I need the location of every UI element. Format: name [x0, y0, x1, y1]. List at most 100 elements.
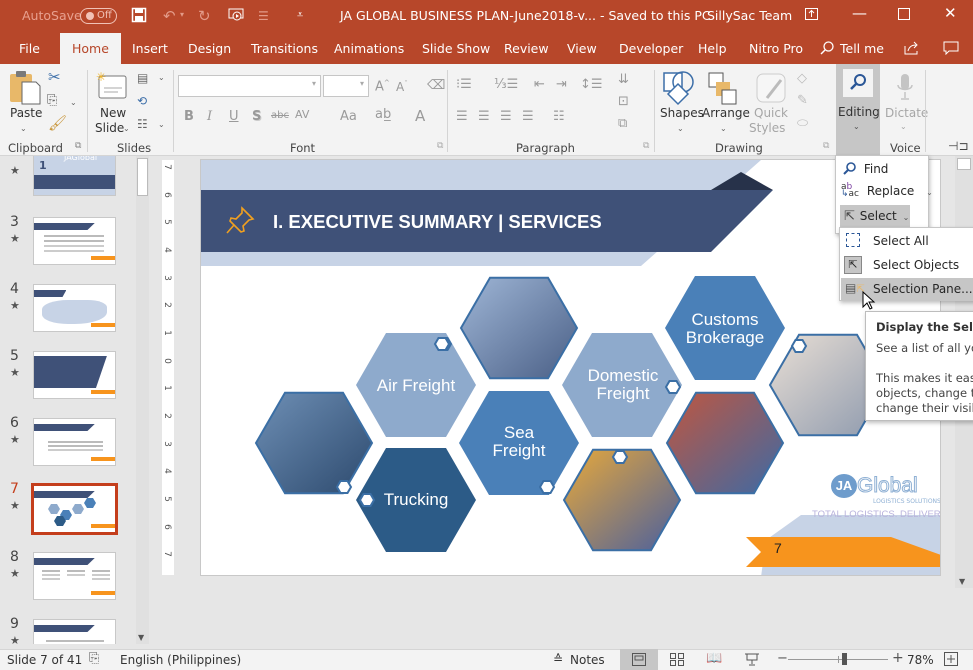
- tab-review[interactable]: Review: [504, 33, 549, 64]
- slide-thumbnail-8[interactable]: [33, 552, 116, 600]
- new-slide-button[interactable]: New: [100, 106, 126, 120]
- reset-icon[interactable]: ⟲: [137, 94, 147, 108]
- justify-icon[interactable]: ☰: [522, 109, 534, 124]
- zoom-level[interactable]: 78%: [907, 653, 934, 667]
- tab-animations[interactable]: Animations: [334, 33, 404, 64]
- bullets-icon[interactable]: ⁝☰: [456, 77, 472, 92]
- scroll-thumb[interactable]: [137, 158, 148, 196]
- hex-photo-crane-ship[interactable]: [562, 448, 682, 552]
- slide-thumbnail-7[interactable]: [31, 483, 118, 535]
- tab-insert[interactable]: Insert: [132, 33, 168, 64]
- shapes-icon[interactable]: [662, 70, 696, 109]
- select-menu-item[interactable]: ⇱ Select ⌄: [840, 205, 910, 227]
- maximize-icon[interactable]: [898, 6, 910, 24]
- slide-sorter-button[interactable]: [670, 653, 684, 669]
- customize-qat-icon[interactable]: ⩡: [297, 8, 303, 22]
- paste-icon[interactable]: [8, 70, 42, 109]
- save-icon[interactable]: [131, 7, 147, 27]
- paragraph-launcher-icon[interactable]: ⧉: [643, 141, 649, 151]
- language-indicator[interactable]: English (Philippines): [120, 653, 241, 667]
- tab-design[interactable]: Design: [188, 33, 231, 64]
- shadow-icon[interactable]: S: [252, 109, 261, 124]
- arrange-icon[interactable]: [707, 70, 739, 109]
- slide-thumbnail-6[interactable]: [33, 418, 116, 466]
- redo-icon[interactable]: ↻: [198, 7, 211, 25]
- hex-label-domestic-freight[interactable]: Domestic Freight: [568, 367, 678, 403]
- decrease-indent-icon[interactable]: ⇤: [534, 77, 545, 92]
- tab-transitions[interactable]: Transitions: [251, 33, 318, 64]
- increase-indent-icon[interactable]: ⇥: [556, 77, 567, 92]
- zoom-slider[interactable]: [788, 653, 888, 665]
- select-objects-menu-item[interactable]: ⇱ Select Objects: [840, 254, 973, 276]
- slide-canvas[interactable]: I. EXECUTIVE SUMMARY | SERVICES Air Frei…: [200, 159, 941, 576]
- smartart-icon[interactable]: ⧉: [618, 116, 627, 131]
- underline-icon[interactable]: U: [229, 109, 239, 124]
- hex-label-trucking[interactable]: Trucking: [361, 490, 471, 510]
- tab-nitro-pro[interactable]: Nitro Pro: [749, 33, 803, 64]
- clear-formatting-icon[interactable]: ⌫: [427, 78, 445, 93]
- font-size-input[interactable]: ▾: [323, 75, 369, 97]
- comments-icon[interactable]: [943, 33, 959, 64]
- section-dropdown-icon[interactable]: ⌄: [158, 118, 165, 132]
- font-launcher-icon[interactable]: ⧉: [437, 141, 443, 151]
- hex-label-air-freight[interactable]: Air Freight: [361, 376, 471, 396]
- close-icon[interactable]: ✕: [944, 4, 957, 22]
- autosave-toggle[interactable]: Off: [80, 8, 117, 24]
- decrease-font-icon[interactable]: Aˇ: [396, 80, 408, 94]
- layout-dropdown-icon[interactable]: ⌄: [158, 71, 165, 85]
- slide-thumbnail-5[interactable]: [33, 351, 116, 399]
- shape-effects-icon[interactable]: ⬭: [797, 116, 808, 131]
- tab-home[interactable]: Home: [60, 33, 121, 64]
- user-name[interactable]: SillySac Team: [707, 8, 792, 23]
- tab-help[interactable]: Help: [698, 33, 727, 64]
- undo-dropdown-icon[interactable]: ▾: [180, 10, 184, 19]
- arrange-button[interactable]: Arrange: [702, 106, 750, 120]
- notes-icon[interactable]: ≙: [553, 652, 563, 666]
- align-center-icon[interactable]: ☰: [478, 109, 490, 124]
- copy-dropdown-icon[interactable]: ⌄: [70, 96, 77, 110]
- notes-button[interactable]: Notes: [570, 653, 605, 667]
- microphone-icon[interactable]: [895, 72, 915, 105]
- quick-styles-button[interactable]: Quick: [754, 106, 788, 120]
- thumbnails-scrollbar[interactable]: ▼: [136, 156, 149, 644]
- bold-icon[interactable]: B: [184, 109, 194, 124]
- quick-styles-icon[interactable]: [755, 72, 787, 107]
- numbering-icon[interactable]: ☰: [258, 9, 269, 23]
- reading-view-icon[interactable]: 📖: [706, 651, 722, 666]
- layout-icon[interactable]: ▤: [137, 71, 148, 85]
- quick-styles-label[interactable]: Styles: [749, 121, 785, 135]
- slideshow-view-button[interactable]: [745, 653, 759, 669]
- tab-file[interactable]: File: [19, 33, 40, 64]
- find-menu-item[interactable]: Find: [843, 162, 888, 176]
- align-left-icon[interactable]: ☰: [456, 109, 468, 124]
- dictate-button[interactable]: Dictate: [885, 106, 928, 120]
- hex-photo-containers[interactable]: [665, 391, 785, 495]
- tell-me-box[interactable]: Tell me: [840, 33, 884, 64]
- tab-developer[interactable]: Developer: [619, 33, 683, 64]
- new-slide-icon[interactable]: ✳: [96, 70, 128, 103]
- minimize-icon[interactable]: —: [852, 4, 867, 22]
- hex-photo-truck[interactable]: [254, 391, 374, 495]
- slide-thumbnail-4[interactable]: [33, 284, 116, 332]
- columns-icon[interactable]: ☷: [553, 109, 565, 124]
- scroll-down-icon[interactable]: ▼: [138, 633, 144, 642]
- increase-font-icon[interactable]: A^: [375, 79, 390, 94]
- zoom-in-icon[interactable]: +: [892, 650, 904, 666]
- shape-fill-icon[interactable]: ◇: [797, 71, 807, 86]
- section-icon[interactable]: ☷: [137, 117, 148, 131]
- editing-button[interactable]: Editing ⌄: [836, 64, 880, 156]
- slide-title[interactable]: I. EXECUTIVE SUMMARY | SERVICES: [273, 211, 602, 233]
- pin-ribbon-icon[interactable]: ⊣⊐: [948, 139, 969, 153]
- character-spacing-icon[interactable]: AV: [295, 108, 309, 121]
- clipboard-launcher-icon[interactable]: ⧉: [75, 141, 81, 151]
- tab-slide-show[interactable]: Slide Show: [422, 33, 490, 64]
- hex-label-sea-freight[interactable]: Sea Freight: [464, 424, 574, 460]
- undo-icon[interactable]: ↶: [163, 7, 176, 25]
- shapes-button[interactable]: Shapes: [660, 106, 704, 120]
- font-color-icon[interactable]: A: [415, 107, 425, 125]
- hex-photo-airplane[interactable]: [459, 276, 579, 380]
- share-icon[interactable]: [904, 33, 920, 64]
- numbering-icon[interactable]: ⅓☰: [494, 77, 518, 92]
- change-case-icon[interactable]: Aa: [340, 109, 357, 124]
- fit-to-window-button[interactable]: [944, 652, 958, 669]
